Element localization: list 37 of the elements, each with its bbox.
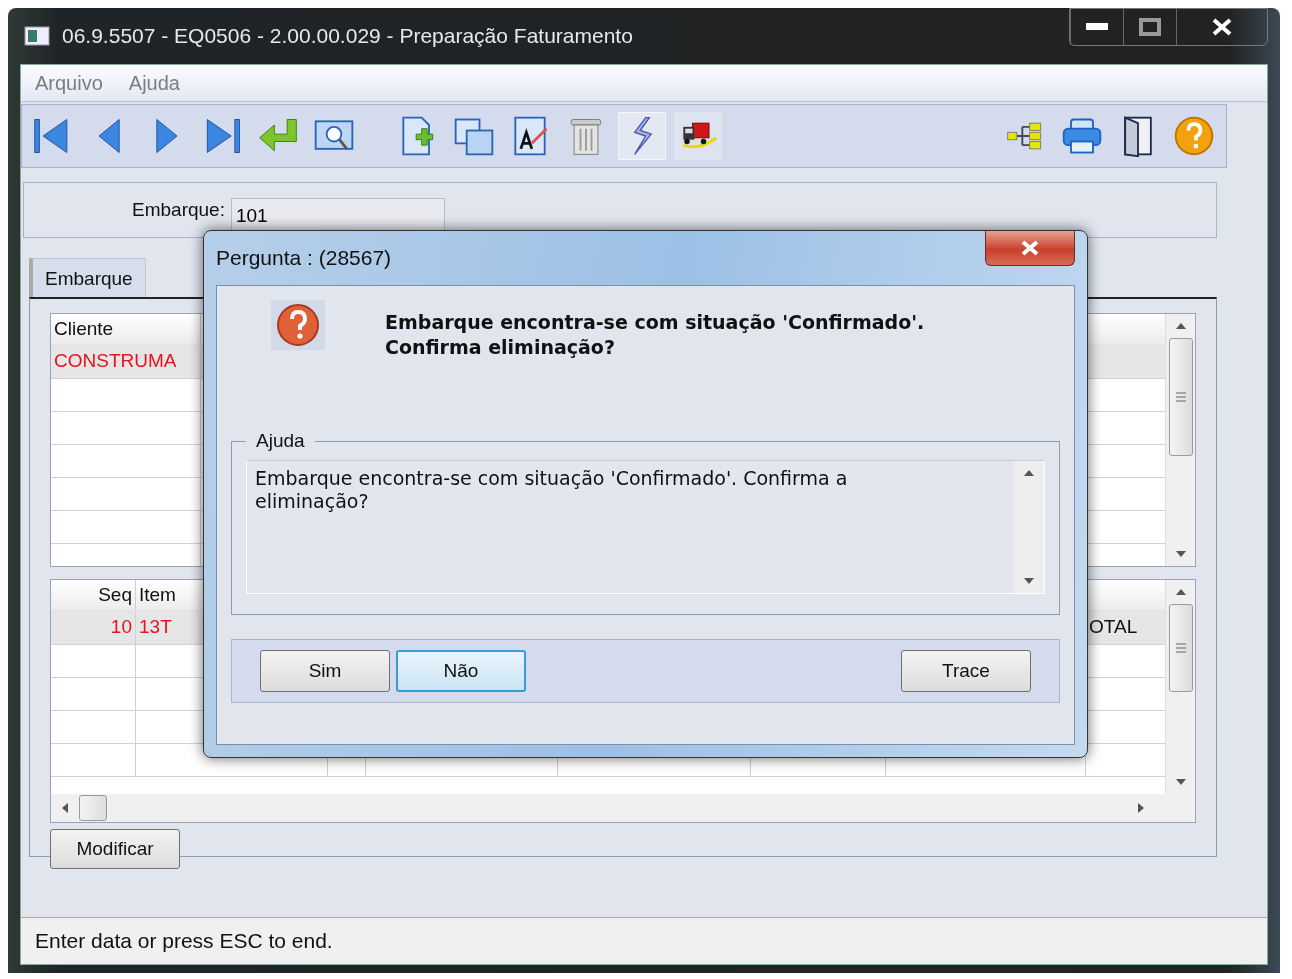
scrollbar-thumb[interactable] — [1168, 604, 1193, 692]
scroll-arrow-icon[interactable] — [1137, 802, 1145, 814]
scrollbar-thumb[interactable] — [79, 795, 107, 821]
menu-item[interactable]: Arquivo — [35, 71, 103, 95]
dialog-button[interactable]: Não — [396, 650, 526, 692]
scrollbar-thumb[interactable] — [1168, 338, 1193, 456]
table-cell: CONSTRUMA — [51, 346, 201, 378]
dialog-title: Pergunta : (28567) — [216, 246, 392, 270]
window-title: 06.9.5507 - EQ0506 - 2.00.00.029 - Preparação Faturamento — [62, 24, 633, 48]
help-group-label: Ajuda — [255, 430, 306, 452]
help-text-area[interactable]: Embarque encontra-se com situação 'Confirmado'. Confirma a eliminação? — [246, 460, 1045, 594]
app-icon — [24, 26, 50, 46]
question-icon — [276, 303, 320, 347]
dialog-button[interactable]: Trace — [901, 650, 1031, 692]
dialog-button[interactable]: Sim — [260, 650, 390, 692]
close-icon[interactable] — [1212, 18, 1232, 36]
dialog-close-button[interactable] — [985, 231, 1075, 266]
scroll-arrow-icon[interactable] — [1174, 778, 1187, 786]
field-label: Embarque: — [132, 199, 225, 221]
scroll-arrow-icon[interactable] — [1023, 577, 1035, 585]
minimize-icon[interactable] — [1086, 23, 1108, 31]
scroll-arrow-icon[interactable] — [1174, 322, 1187, 330]
tab[interactable]: Embarque — [29, 258, 146, 297]
column-header: Seq — [51, 580, 136, 610]
modify-button[interactable]: Modificar — [50, 829, 180, 869]
scroll-arrow-icon[interactable] — [1023, 469, 1035, 477]
help-icon[interactable] — [1172, 114, 1216, 158]
dialog-message: Embarque encontra-se com situação 'Confirmado'. Confirma eliminação? — [385, 310, 925, 360]
table-cell: 10 — [51, 612, 136, 644]
scroll-arrow-icon[interactable] — [1174, 588, 1187, 596]
status-bar: Enter data or press ESC to end. — [21, 917, 1267, 964]
menu-item[interactable]: Ajuda — [128, 71, 180, 95]
scroll-arrow-icon[interactable] — [1174, 550, 1187, 558]
column-header: Cliente — [51, 314, 201, 344]
scroll-arrow-icon[interactable] — [61, 802, 69, 814]
embarque-field[interactable]: 101 — [230, 198, 445, 232]
maximize-icon[interactable] — [1139, 18, 1161, 36]
